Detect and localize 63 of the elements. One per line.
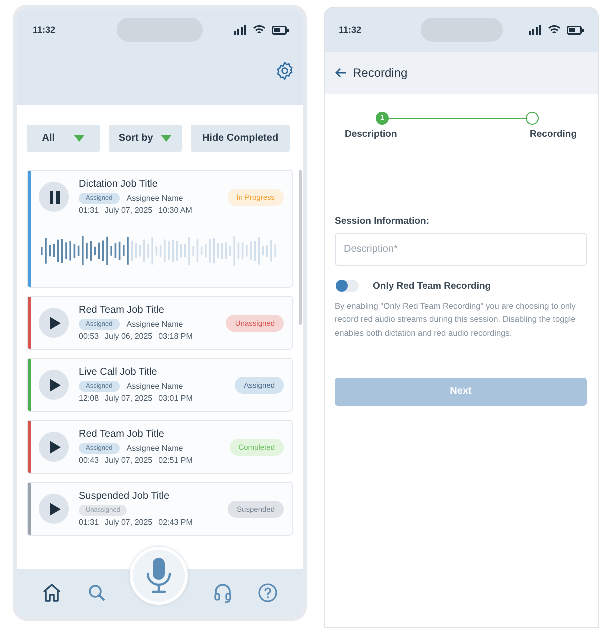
caret-icon bbox=[161, 135, 172, 142]
duration: 00:53 bbox=[79, 332, 100, 341]
signal-icon bbox=[529, 25, 542, 35]
duration: 01:31 bbox=[79, 206, 100, 215]
job-date: July 06, 2025 bbox=[105, 332, 153, 341]
play-button[interactable] bbox=[39, 182, 69, 212]
play-icon bbox=[50, 378, 60, 392]
job-title: Red Team Job Title bbox=[79, 305, 166, 316]
assignee-name: Assignee Name bbox=[126, 444, 184, 452]
toggle-switch[interactable] bbox=[336, 280, 359, 292]
home-icon[interactable] bbox=[42, 583, 62, 603]
job-date: July 07, 2025 bbox=[105, 206, 153, 215]
job-date: July 07, 2025 bbox=[105, 456, 153, 465]
job-title: Suspended Job Title bbox=[79, 491, 171, 502]
battery-icon bbox=[272, 26, 289, 34]
pause-icon bbox=[49, 190, 61, 204]
settings-icon[interactable] bbox=[275, 61, 295, 81]
back-arrow-icon[interactable] bbox=[335, 68, 347, 78]
microphone-button[interactable] bbox=[130, 547, 188, 605]
job-title: Red Team Job Title bbox=[79, 429, 166, 440]
play-button[interactable] bbox=[39, 308, 69, 338]
status-time: 11:32 bbox=[33, 25, 56, 35]
caret-icon bbox=[74, 135, 85, 142]
play-button[interactable] bbox=[39, 370, 69, 400]
help-icon[interactable] bbox=[258, 583, 278, 603]
battery-icon bbox=[567, 26, 584, 34]
play-icon bbox=[50, 502, 60, 516]
assignee-name: Assignee Name bbox=[126, 382, 184, 390]
toggle-label: Only Red Team Recording bbox=[373, 280, 492, 292]
job-date: July 07, 2025 bbox=[105, 394, 153, 403]
assignee-name: Assignee Name bbox=[126, 320, 184, 328]
job-time: 02:51 PM bbox=[158, 456, 193, 465]
duration: 00:43 bbox=[79, 456, 100, 465]
play-icon bbox=[50, 316, 60, 330]
screen-title: Recording bbox=[353, 66, 408, 80]
duration: 12:08 bbox=[79, 394, 100, 403]
filter-button[interactable]: All bbox=[27, 125, 100, 152]
assignee-name: Assignee Name bbox=[126, 194, 184, 202]
headset-icon[interactable] bbox=[214, 583, 232, 603]
section-label: Session Information: bbox=[335, 216, 430, 227]
job-time: 02:43 PM bbox=[158, 518, 193, 527]
wifi-icon bbox=[548, 25, 561, 35]
job-title: Dictation Job Title bbox=[79, 179, 159, 190]
status-time: 11:32 bbox=[339, 25, 362, 35]
wifi-icon bbox=[253, 25, 266, 35]
job-date: July 07, 2025 bbox=[105, 518, 153, 527]
signal-icon bbox=[234, 25, 247, 35]
filter-button[interactable]: Hide Completed bbox=[191, 125, 290, 152]
job-time: 10:30 AM bbox=[158, 206, 192, 215]
job-time: 03:01 PM bbox=[158, 394, 193, 403]
play-button[interactable] bbox=[39, 432, 69, 462]
duration: 01:31 bbox=[79, 518, 100, 527]
step-label: Description bbox=[345, 129, 398, 140]
job-title: Live Call Job Title bbox=[79, 367, 158, 378]
play-icon bbox=[50, 440, 60, 454]
description-field[interactable]: Description* bbox=[335, 233, 587, 266]
play-button[interactable] bbox=[39, 494, 69, 524]
info-text: By enabling "Only Red Team Recording" you are choosing to only record red audio streams during this session. Disabling the toggle enables both dictation and red audio recordings. bbox=[335, 300, 577, 340]
job-time: 03:18 PM bbox=[158, 332, 193, 341]
search-icon[interactable] bbox=[88, 584, 106, 602]
step-label: Recording bbox=[530, 129, 577, 140]
filter-button[interactable]: Sort by bbox=[109, 125, 182, 152]
microphone-icon bbox=[146, 558, 172, 594]
